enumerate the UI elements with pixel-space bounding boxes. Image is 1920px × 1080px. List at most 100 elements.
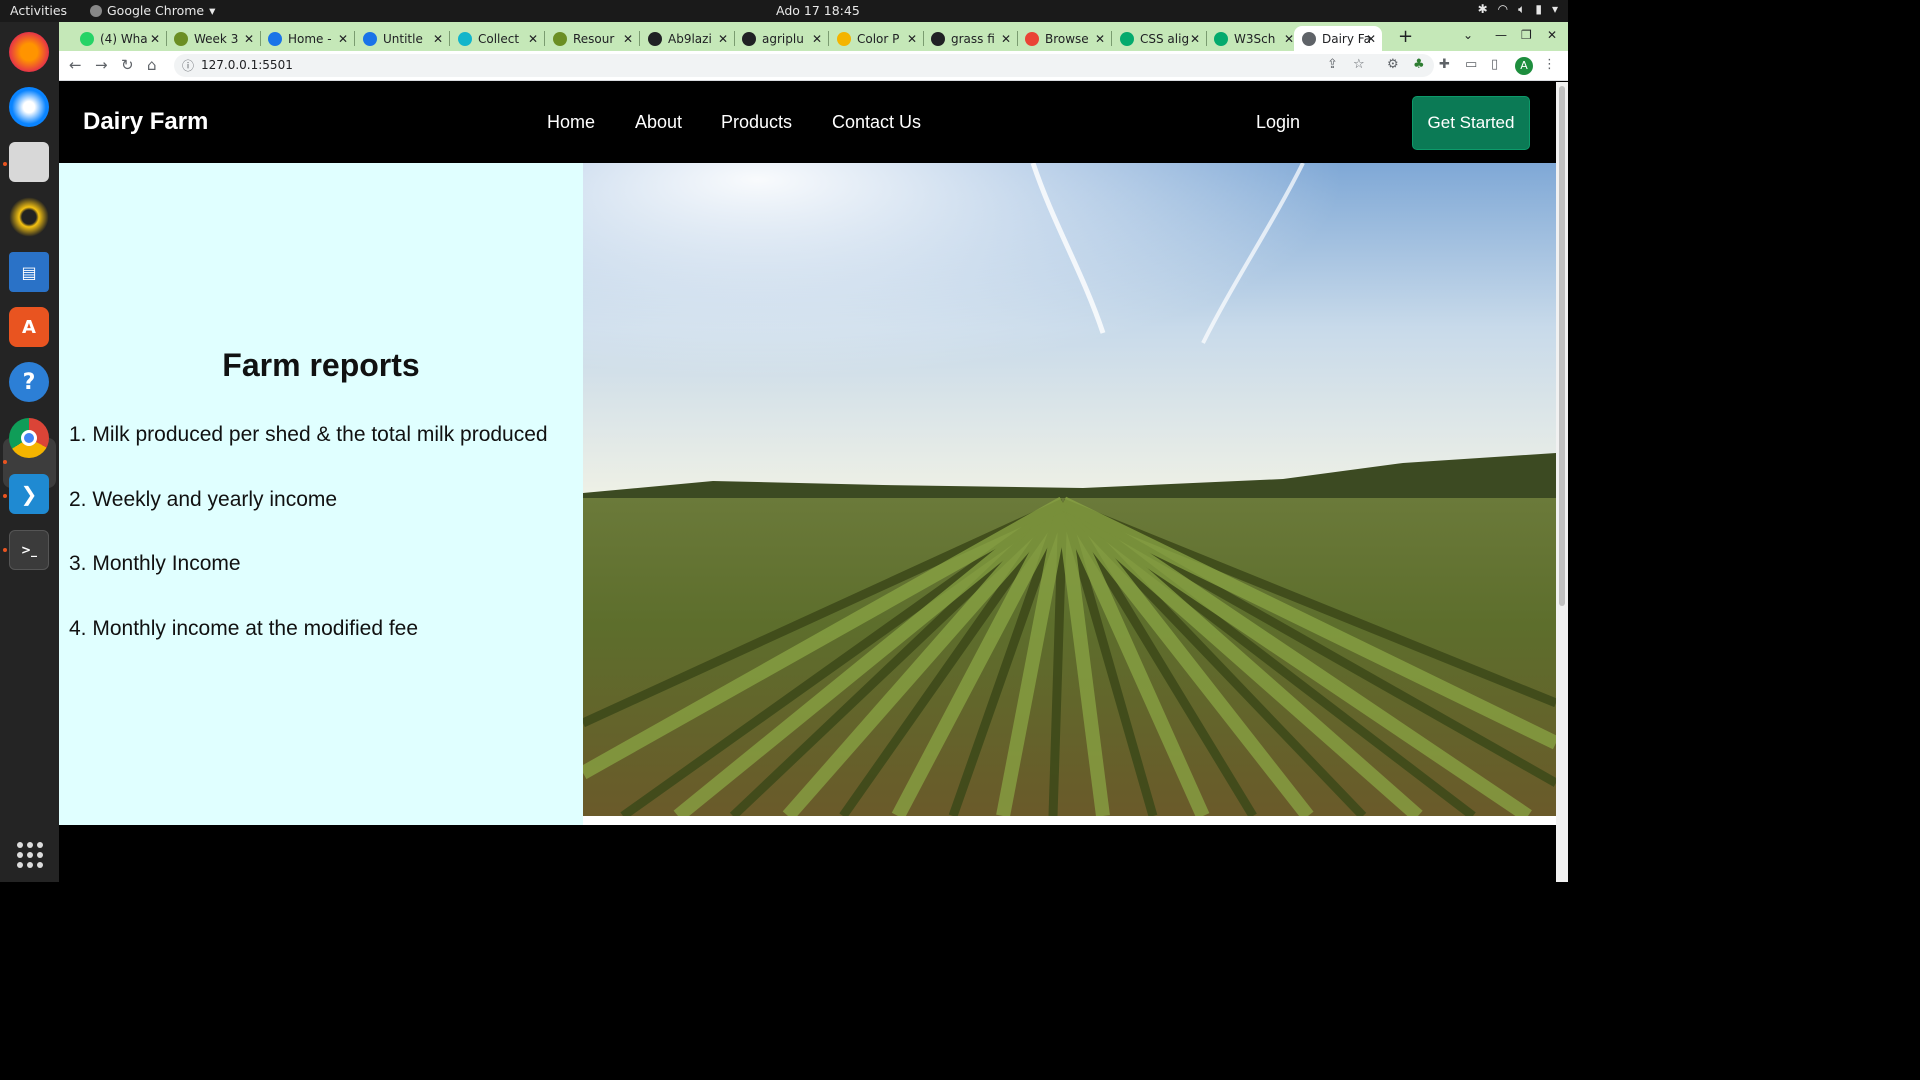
tab-close-icon[interactable]: ✕ [244,32,254,46]
thunderbird-icon[interactable] [9,87,49,127]
nav-products[interactable]: Products [721,112,792,133]
tab[interactable]: W3Sch ✕ [1206,26,1301,51]
tab[interactable]: Browse ✕ [1017,26,1112,51]
whatsapp-icon [80,31,94,46]
tab[interactable]: Home - ✕ [260,26,355,51]
unsplash-icon [931,31,945,46]
bookmark-star-icon[interactable]: ☆ [1353,57,1365,72]
tab-close-icon[interactable]: ✕ [1284,32,1294,46]
firefox-icon[interactable] [9,32,49,72]
wifi-icon: ◠ [1497,2,1509,16]
nav-about[interactable]: About [635,112,682,133]
get-started-button[interactable]: Get Started [1412,96,1530,150]
tab-close-icon[interactable]: ✕ [718,32,728,46]
globe-icon [363,31,377,46]
site-navbar: Dairy Farm Home About Products Contact U… [59,82,1556,163]
share-icon[interactable]: ⇪ [1327,57,1338,72]
side-panel-icon[interactable]: ▯ [1491,57,1498,72]
globe-icon [268,31,282,46]
close-window-button[interactable]: ✕ [1547,28,1557,42]
menu-kebab-icon[interactable]: ⋮ [1543,57,1556,72]
tab[interactable]: (4) Wha ✕ [72,26,167,51]
tab-close-icon[interactable]: ✕ [812,32,822,46]
tab-label: W3Sch [1234,31,1276,46]
scrollbar-thumb[interactable] [1559,86,1565,606]
files-icon[interactable] [9,142,49,182]
chrome-center [21,430,37,446]
globe-icon [1302,31,1316,46]
list-item: 3. Monthly Income [69,552,241,575]
page-scrollbar[interactable] [1556,82,1568,882]
tab-close-icon[interactable]: ✕ [907,32,917,46]
tab-active[interactable]: Dairy Fa ✕ [1294,26,1382,51]
profile-avatar[interactable]: A [1515,57,1533,75]
app-center-icon[interactable]: A [9,307,49,347]
show-apps-icon[interactable] [17,842,43,868]
grid-icon [1025,31,1039,46]
writer-icon[interactable]: ▤ [9,252,49,292]
extension-plant-icon[interactable]: ♣ [1413,57,1425,72]
tab[interactable]: Color P ✕ [829,26,924,51]
figma-icon [458,31,472,46]
tab-close-icon[interactable]: ✕ [338,32,348,46]
farm-reports-panel: Farm reports 1. Milk produced per shed &… [59,163,583,825]
nav-home[interactable]: Home [547,112,595,133]
rhythmbox-icon[interactable] [9,197,49,237]
login-link[interactable]: Login [1256,112,1300,133]
list-item: 4. Monthly income at the modified fee [69,616,419,640]
site-info-icon[interactable]: ⓘ [182,57,194,74]
app-menu[interactable]: Google Chrome ▾ [90,3,215,18]
system-tray[interactable]: ✱ ◠ 🔈︎ ▮ ▾ [1478,2,1558,17]
dock: ▤ A ? ❯ >_ [0,22,59,882]
help-icon[interactable]: ? [9,362,49,402]
tab-close-icon[interactable]: ✕ [1095,32,1105,46]
tab-label: Ab9lazi [668,31,712,46]
nav-contact-us[interactable]: Contact Us [832,112,921,133]
tab[interactable]: Collect ✕ [450,26,545,51]
tab[interactable]: grass fi ✕ [923,26,1018,51]
tab-close-icon[interactable]: ✕ [1190,32,1200,46]
tab-close-icon[interactable]: ✕ [433,32,443,46]
tab-label: Untitle [383,31,423,46]
tab[interactable]: Resour ✕ [545,26,640,51]
minimize-button[interactable]: — [1495,28,1507,42]
reload-icon[interactable]: ↻ [121,56,134,74]
terminal-icon[interactable]: >_ [9,530,49,570]
cast-icon[interactable]: ▭ [1465,57,1477,72]
activities-button[interactable]: Activities [10,3,67,18]
address-bar[interactable]: ⓘ 127.0.0.1:5501 ⇪ ☆ [174,54,1434,77]
tab-close-icon[interactable]: ✕ [623,32,633,46]
new-tab-button[interactable]: + [1398,26,1413,47]
tab-label: Color P [857,31,900,46]
tab[interactable]: CSS alig ✕ [1112,26,1207,51]
system-top-bar: Activities Google Chrome ▾ Ado 17 18:45 … [0,0,1568,22]
chevron-down-icon: ▾ [1551,2,1558,16]
tab-search-icon[interactable]: ⌄ [1463,28,1473,42]
github-icon [742,31,756,46]
tab-close-icon[interactable]: ✕ [150,32,160,46]
tab-strip: + ⌄ — ❐ ✕ (4) Wha ✕ Week 3 ✕ Home - ✕ Untitle ✕… [59,22,1568,51]
restore-button[interactable]: ❐ [1521,28,1532,42]
tab[interactable]: Week 3 ✕ [166,26,261,51]
tab-label: Resour [573,31,615,46]
accessibility-icon: ✱ [1477,2,1488,16]
tab-close-icon[interactable]: ✕ [1366,32,1376,46]
github-icon [648,31,662,46]
extension-bug-icon[interactable]: ⚙ [1387,57,1399,72]
vscode-icon[interactable]: ❯ [9,474,49,514]
tab-close-icon[interactable]: ✕ [528,32,538,46]
chrome-small-icon [90,4,102,17]
plant-icon [553,31,567,46]
tab[interactable]: Ab9lazi ✕ [640,26,735,51]
chrome-icon[interactable] [9,418,49,458]
clock[interactable]: Ado 17 18:45 [776,3,860,18]
url-text[interactable]: 127.0.0.1:5501 [201,58,293,72]
tab-close-icon[interactable]: ✕ [1001,32,1011,46]
back-icon[interactable]: ← [69,56,82,74]
tab[interactable]: Untitle ✕ [355,26,450,51]
tab[interactable]: agriplu ✕ [734,26,829,51]
extensions-puzzle-icon[interactable]: ✚ [1439,57,1450,72]
site-brand[interactable]: Dairy Farm [83,108,208,136]
forward-icon[interactable]: → [95,56,108,74]
home-icon[interactable]: ⌂ [147,56,157,74]
